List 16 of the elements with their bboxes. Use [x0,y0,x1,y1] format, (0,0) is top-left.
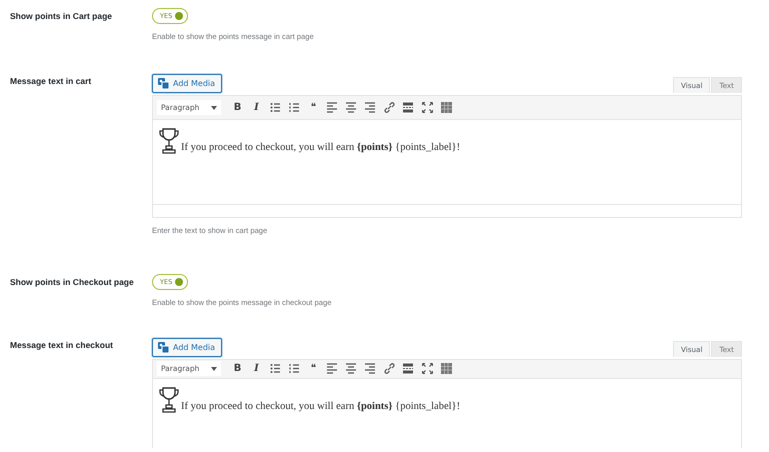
blockquote-button[interactable]: ❝ [308,102,319,113]
blockquote-button[interactable]: ❝ [308,363,319,374]
setting-label: Message text in checkout [10,339,114,352]
setting-label: Show points in Checkout page [10,276,135,289]
bold-button[interactable]: B [232,102,243,113]
add-media-button[interactable]: Add Media [152,338,222,357]
setting-label: Show points in Cart page [10,10,114,23]
italic-button[interactable]: I [251,102,262,113]
italic-button[interactable]: I [251,363,262,374]
editor-content-area[interactable]: If you proceed to checkout, you will earn {points} {points_label}! [153,120,741,204]
editor-content-area[interactable]: If you proceed to checkout, you will earn {points} {points_label}! [153,378,741,448]
bold-button[interactable]: B [232,363,243,374]
message-text: If you proceed to checkout, you will earn {points} {points_label}! [181,142,460,153]
message-text: If you proceed to checkout, you will earn {points} {points_label}! [181,400,460,412]
setting-label: Message text in cart [10,75,92,88]
add-media-button[interactable]: Add Media [152,74,222,93]
